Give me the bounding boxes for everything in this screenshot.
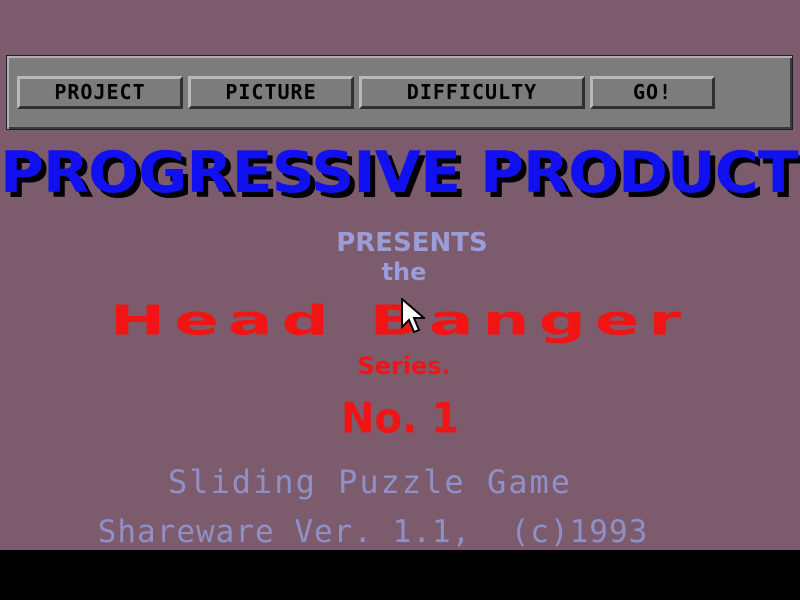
version-text: Shareware Ver. 1.1, (c)1993 (97, 514, 649, 550)
go-button[interactable]: GO! (590, 76, 715, 109)
game-subtitle: Sliding Puzzle Game (167, 463, 573, 501)
menu-toolbar: PROJECT PICTURE DIFFICULTY GO! (6, 55, 793, 130)
picture-button[interactable]: PICTURE (188, 76, 354, 109)
arrow-pointer-icon (401, 298, 425, 334)
project-button[interactable]: PROJECT (17, 76, 183, 109)
the-text: the (381, 258, 427, 286)
series-name-title: Head Banger (109, 296, 691, 345)
presents-text: PRESENTS (336, 228, 488, 258)
difficulty-button[interactable]: DIFFICULTY (359, 76, 585, 109)
series-label: Series. (357, 352, 451, 380)
company-title: PROGRESSIVE PRODUCTS (0, 139, 800, 207)
game-screen: PROJECT PICTURE DIFFICULTY GO! PROGRESSI… (0, 0, 800, 550)
series-number: No. 1 (341, 394, 459, 444)
